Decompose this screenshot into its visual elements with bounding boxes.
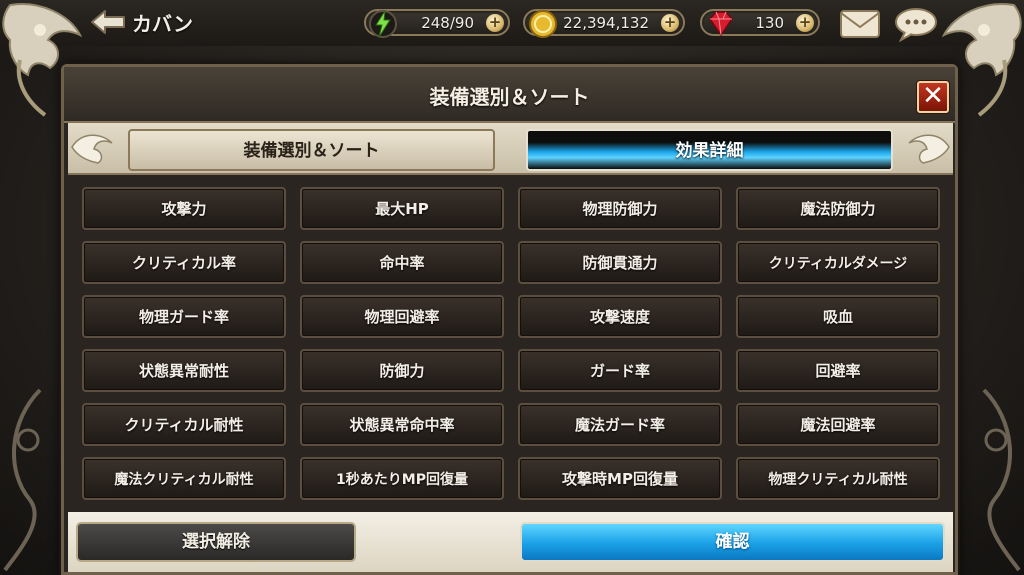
option-button[interactable]: 防御貫通力 [518,241,722,284]
page-title: カバン [132,11,193,36]
add-stamina-button[interactable]: + [486,14,504,32]
close-button[interactable]: ✕ [917,81,949,113]
tab-ornament-left-icon [71,134,113,164]
tab-bar: 装備選別＆ソート 効果詳細 [68,123,953,175]
option-button[interactable]: 物理回避率 [300,295,504,338]
option-button[interactable]: 防御力 [300,349,504,392]
effect-options-grid: 攻撃力 最大HP 物理防御力 魔法防御力 クリティカル率 命中率 防御貫通力 ク… [82,187,944,500]
option-button[interactable]: 魔法回避率 [736,403,940,446]
red-gem-icon [709,11,733,37]
option-button[interactable]: 状態異常命中率 [300,403,504,446]
option-button[interactable]: クリティカルダメージ [736,241,940,284]
option-button[interactable]: 攻撃力 [82,187,286,230]
option-button[interactable]: 魔法防御力 [736,187,940,230]
dialog-header: 装備選別＆ソート ✕ [64,67,955,123]
chat-icon[interactable] [893,6,939,42]
option-button[interactable]: 物理クリティカル耐性 [736,457,940,500]
option-button[interactable]: 最大HP [300,187,504,230]
sort-dialog: 装備選別＆ソート ✕ 装備選別＆ソート 効果詳細 攻撃力 最大HP 物理防御力 … [61,64,958,575]
dialog-footer: 選択解除 確認 [68,512,953,572]
option-button[interactable]: 回避率 [736,349,940,392]
stamina-counter: 248/90 + [364,9,510,38]
gem-value: 130 [755,14,784,32]
lightning-icon [369,10,397,38]
option-button[interactable]: クリティカル率 [82,241,286,284]
option-button[interactable]: 攻撃速度 [518,295,722,338]
confirm-button[interactable]: 確認 [520,522,945,562]
option-button[interactable]: 魔法ガード率 [518,403,722,446]
option-button[interactable]: 物理ガード率 [82,295,286,338]
option-button[interactable]: クリティカル耐性 [82,403,286,446]
mail-icon[interactable] [838,6,882,40]
back-button[interactable]: カバン [90,8,193,36]
gold-value: 22,394,132 [563,14,649,32]
swirl-left-icon [3,388,42,572]
gem-counter: 130 + [700,9,820,37]
option-button[interactable]: 命中率 [300,241,504,284]
back-arrow-icon [91,10,125,34]
option-button[interactable]: 状態異常耐性 [82,349,286,392]
option-button[interactable]: 魔法クリティカル耐性 [82,457,286,500]
gold-coin-icon [529,10,557,38]
option-button[interactable]: ガード率 [518,349,722,392]
option-button[interactable]: 攻撃時MP回復量 [518,457,722,500]
clear-selection-button[interactable]: 選択解除 [76,522,356,562]
swirl-right-icon [982,388,1021,572]
option-button[interactable]: 1秒あたりMP回復量 [300,457,504,500]
add-gold-button[interactable]: + [661,14,679,32]
option-button[interactable]: 吸血 [736,295,940,338]
gold-counter: 22,394,132 + [523,9,685,38]
option-button[interactable]: 物理防御力 [518,187,722,230]
tab-effect-details[interactable]: 効果詳細 [526,129,893,171]
dialog-title: 装備選別＆ソート [429,85,590,109]
stamina-value: 248/90 [421,14,474,32]
tab-ornament-right-icon [908,134,950,164]
tab-filter-sort[interactable]: 装備選別＆ソート [128,129,495,171]
add-gem-button[interactable]: + [796,14,814,32]
